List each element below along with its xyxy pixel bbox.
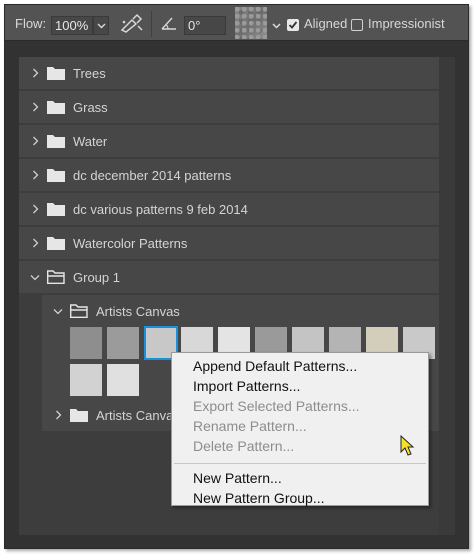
chevron-right-icon[interactable] [29,102,41,112]
menu-item-rename-pattern[interactable]: Rename Pattern... [193,417,307,436]
subfolder-label: Artists Canvas [96,303,180,319]
options-bar: Flow: 100% 0° Aligned Impressionist [5,5,468,41]
subfolder-label: Artists Canvas [96,407,180,423]
pattern-picker-dropdown[interactable] [268,16,284,35]
pattern-thumbnail[interactable] [107,327,139,359]
impressionist-checkbox[interactable] [351,19,363,31]
folder-row-grass[interactable]: Grass [19,91,439,123]
pattern-picker-swatch[interactable] [235,7,267,39]
folder-icon [47,134,65,148]
mouse-cursor-icon [400,434,416,460]
folder-label: dc december 2014 patterns [73,167,232,183]
folder-icon [47,66,65,80]
pattern-thumbnail[interactable] [70,364,102,396]
menu-item-import-patterns[interactable]: Import Patterns... [193,377,300,396]
folder-row-trees[interactable]: Trees [19,57,439,89]
menu-item-new-pattern-group[interactable]: New Pattern Group... [193,489,325,508]
flow-input[interactable]: 100% [51,16,93,35]
folder-icon [47,168,65,182]
chevron-right-icon[interactable] [29,238,41,248]
folder-row-dc-various[interactable]: dc various patterns 9 feb 2014 [19,193,439,225]
checkmark-icon [288,21,298,29]
impressionist-label: Impressionist [368,15,445,31]
chevron-down-icon[interactable] [29,274,41,281]
context-menu: Append Default Patterns... Import Patter… [171,352,429,506]
menu-item-append-default-patterns[interactable]: Append Default Patterns... [193,357,357,376]
folder-icon [47,202,65,216]
aligned-label: Aligned [304,15,348,31]
folder-row-dc-december[interactable]: dc december 2014 patterns [19,159,439,191]
chevron-right-icon[interactable] [52,410,64,420]
chevron-down-icon[interactable] [52,308,64,315]
menu-separator [174,463,426,464]
panel-scrollbar[interactable] [439,57,455,535]
folder-icon [70,408,88,422]
folder-label: Grass [73,99,108,115]
menu-item-export-selected-patterns[interactable]: Export Selected Patterns... [193,397,360,416]
chevron-down-icon [97,23,105,28]
folder-row-group-1[interactable]: Group 1 [19,261,439,293]
flow-dropdown-button[interactable] [93,16,109,35]
folder-label: Watercolor Patterns [73,235,188,251]
menu-item-delete-pattern[interactable]: Delete Pattern... [193,437,294,456]
angle-input[interactable]: 0° [184,16,226,35]
folder-label: Water [73,133,108,149]
folder-row-water[interactable]: Water [19,125,439,157]
folder-open-icon [70,304,88,318]
toolbar-divider [151,11,152,37]
chevron-right-icon[interactable] [29,170,41,180]
folder-open-icon [47,270,65,284]
pattern-thumbnail[interactable] [107,364,139,396]
chevron-down-icon [272,23,280,28]
folder-label: Group 1 [73,269,120,285]
chevron-right-icon[interactable] [29,204,41,214]
folder-label: Trees [73,65,106,81]
flow-label: Flow: [15,15,47,31]
aligned-checkbox[interactable] [287,19,299,31]
folder-icon [47,100,65,114]
pattern-thumbnail[interactable] [70,327,102,359]
menu-item-new-pattern[interactable]: New Pattern... [193,469,282,488]
folder-row-watercolor[interactable]: Watercolor Patterns [19,227,439,259]
folder-icon [47,236,65,250]
airbrush-icon[interactable] [119,5,145,41]
angle-icon [160,5,178,41]
photoshop-panel-window: Flow: 100% 0° Aligned Impressionist Tree… [4,4,469,549]
chevron-right-icon[interactable] [29,68,41,78]
folder-label: dc various patterns 9 feb 2014 [73,201,248,217]
chevron-right-icon[interactable] [29,136,41,146]
